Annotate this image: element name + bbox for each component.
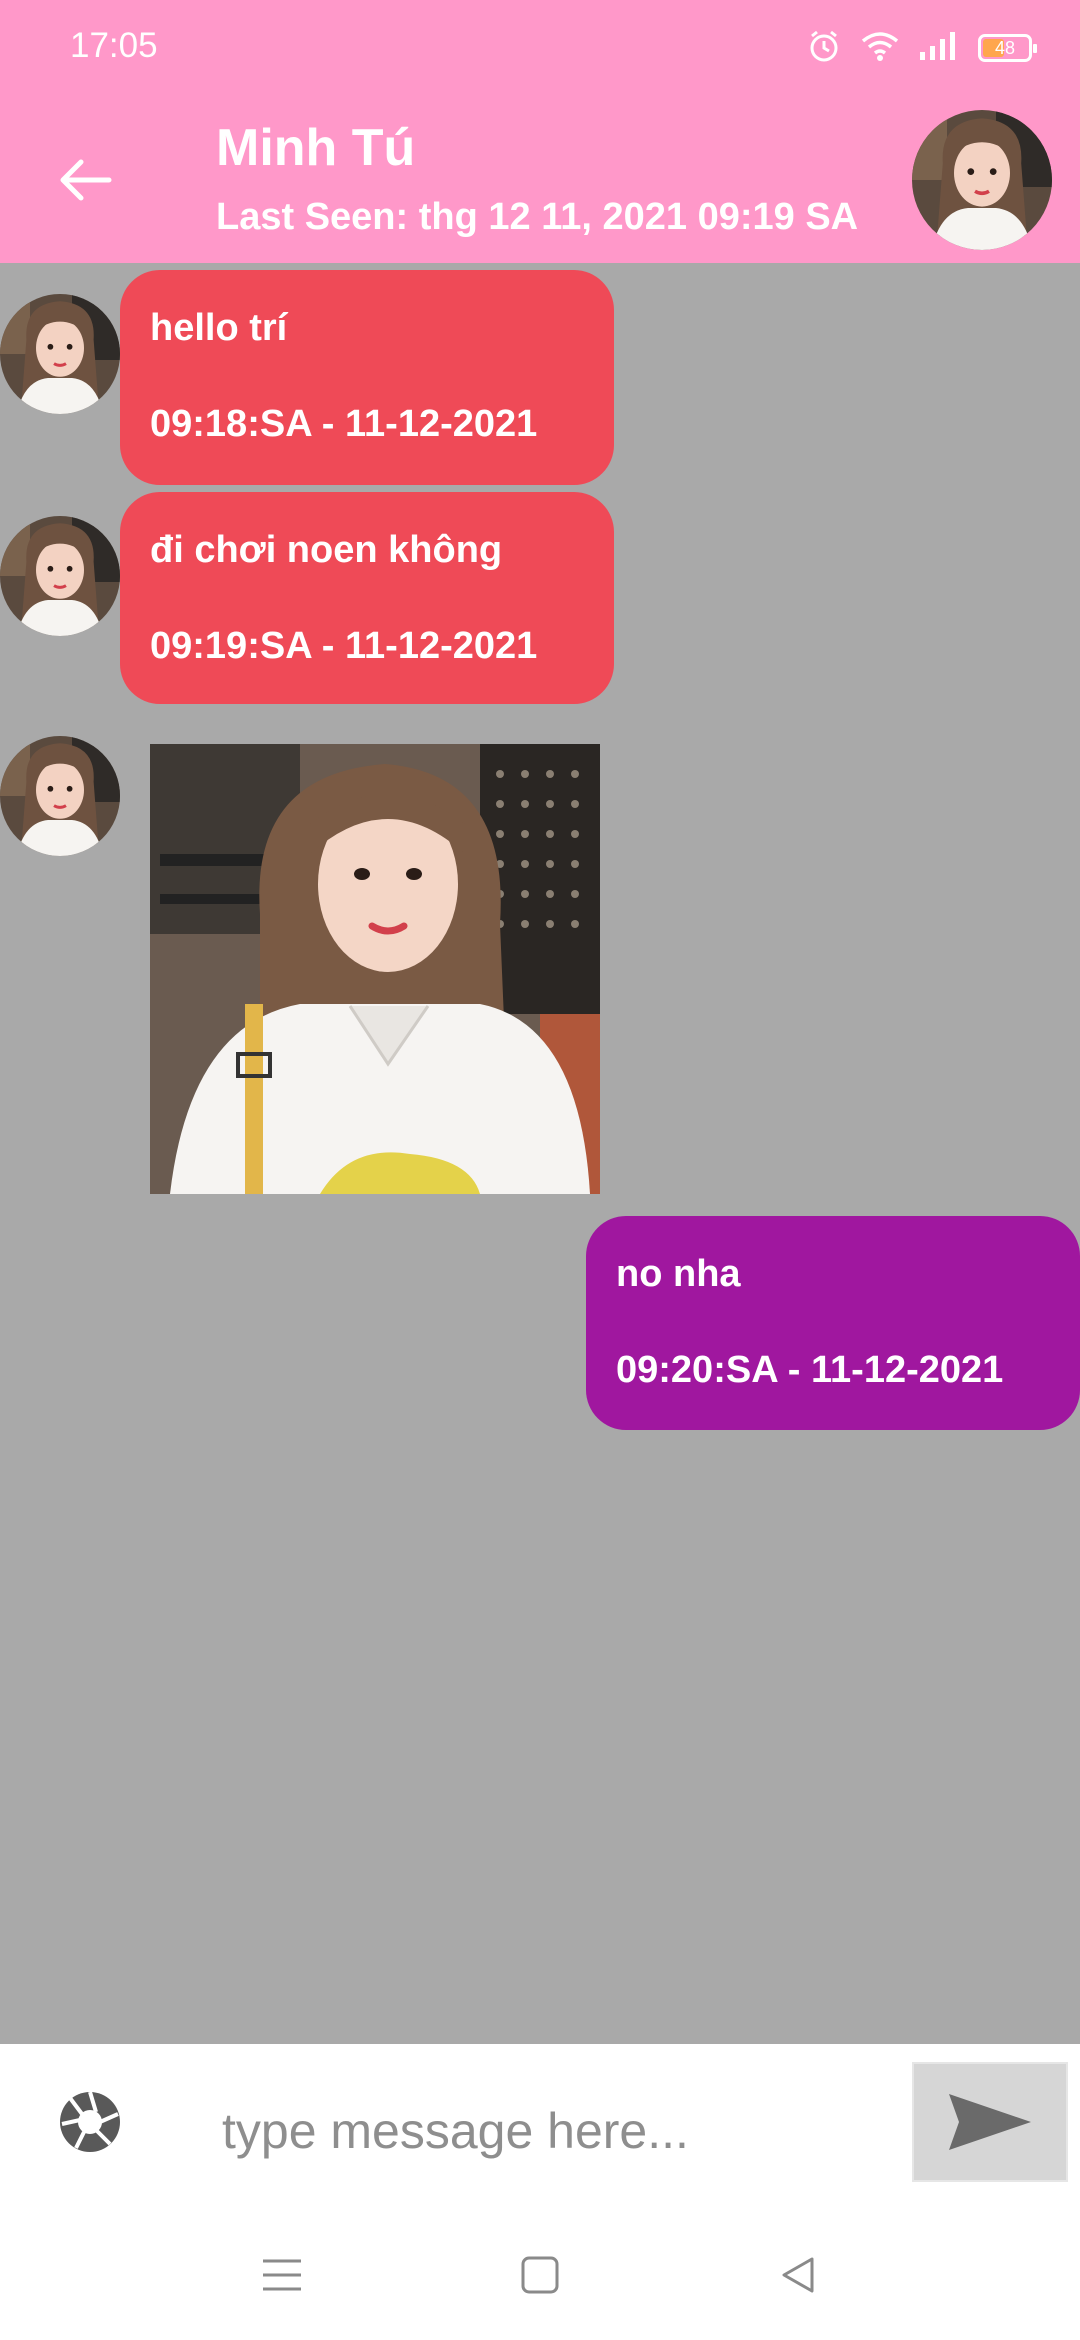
message-text: no nha	[616, 1253, 741, 1295]
app-header: 17:05 48 Minh Tú Last Seen: thg 12 11, 2…	[0, 0, 1080, 263]
nav-back-button[interactable]	[768, 2250, 828, 2300]
menu-icon	[263, 2259, 301, 2291]
camera-icon	[60, 2091, 120, 2152]
battery-icon: 48	[978, 34, 1037, 62]
back-triangle-icon	[782, 2257, 814, 2293]
message-time: 09:19:SA - 11-12-2021	[150, 625, 538, 667]
message-image[interactable]	[150, 744, 600, 1194]
signal-icon	[918, 30, 960, 67]
message-text: đi chơi noen không	[150, 529, 503, 571]
battery-level: 48	[994, 37, 1016, 58]
sender-avatar[interactable]	[0, 736, 120, 856]
arrow-left-icon	[60, 159, 112, 201]
message-time: 09:20:SA - 11-12-2021	[616, 1349, 1004, 1391]
status-icons: 48	[806, 28, 1037, 69]
message-text: hello trí	[150, 307, 288, 349]
home-button[interactable]	[510, 2250, 570, 2300]
send-icon	[949, 2094, 1031, 2150]
send-button[interactable]	[912, 2062, 1068, 2182]
message-time: 09:18:SA - 11-12-2021	[150, 403, 538, 445]
message-bubble-outgoing[interactable]: no nha 09:20:SA - 11-12-2021	[586, 1216, 1080, 1430]
contact-avatar[interactable]	[912, 110, 1052, 250]
status-time: 17:05	[70, 26, 158, 65]
sender-avatar[interactable]	[0, 516, 120, 636]
wifi-icon	[860, 30, 900, 67]
message-input[interactable]	[220, 2085, 874, 2177]
home-icon	[521, 2256, 559, 2294]
sender-avatar[interactable]	[0, 294, 120, 414]
contact-name: Minh Tú	[216, 119, 416, 177]
back-button[interactable]	[50, 148, 120, 212]
camera-button[interactable]	[56, 2088, 124, 2156]
alarm-icon	[806, 28, 842, 69]
message-bubble-incoming[interactable]: đi chơi noen không 09:19:SA - 11-12-2021	[120, 492, 614, 704]
menu-button[interactable]	[252, 2250, 312, 2300]
last-seen-status: Last Seen: thg 12 11, 2021 09:19 SA	[216, 196, 859, 238]
message-bubble-incoming[interactable]: hello trí 09:18:SA - 11-12-2021	[120, 270, 614, 485]
